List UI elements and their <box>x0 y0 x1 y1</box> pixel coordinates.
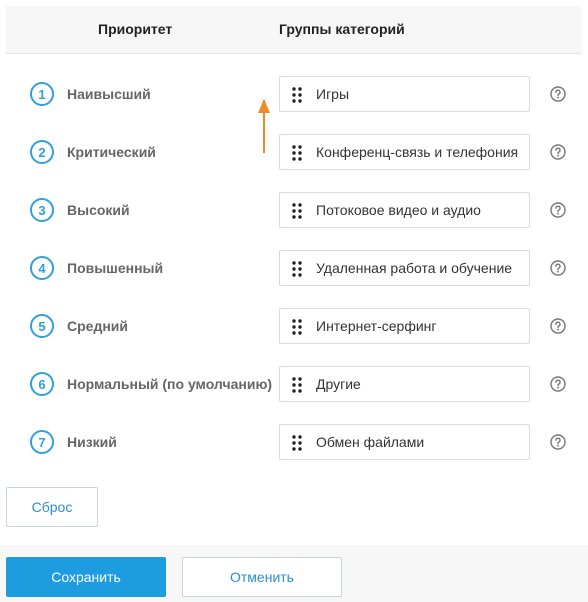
priority-label: Повышенный <box>67 260 164 276</box>
drag-handle-icon[interactable] <box>292 377 302 393</box>
priority-number-badge: 5 <box>30 314 54 338</box>
category-group-item[interactable]: Удаленная работа и обучение <box>279 250 530 286</box>
priority-number-badge: 7 <box>30 430 54 454</box>
category-group-item[interactable]: Другие <box>279 366 530 402</box>
priority-label: Низкий <box>67 434 117 450</box>
priority-number-badge: 3 <box>30 198 54 222</box>
reset-button[interactable]: Сброс <box>6 487 98 527</box>
priority-label: Критический <box>67 144 156 160</box>
priority-column-header: Приоритет <box>98 21 173 37</box>
category-group-label: Другие <box>316 376 361 392</box>
category-group-label: Игры <box>316 86 350 102</box>
priority-row-4: 4 Повышенный Удаленная работа и обучение <box>0 250 588 286</box>
priority-number-badge: 6 <box>30 372 54 396</box>
help-icon[interactable] <box>550 434 566 450</box>
table-header: Приоритет Группы категорий <box>6 6 582 54</box>
category-group-label: Обмен файлами <box>316 434 425 450</box>
category-group-item[interactable]: Конференц-связь и телефония <box>279 134 530 170</box>
save-button[interactable]: Сохранить <box>6 557 166 597</box>
up-arrow-icon <box>258 99 270 153</box>
priority-label: Средний <box>67 318 129 334</box>
category-groups-column-header: Группы категорий <box>279 21 405 37</box>
drag-handle-icon[interactable] <box>292 145 302 161</box>
priority-row-3: 3 Высокий Потоковое видео и аудио <box>0 192 588 228</box>
help-icon[interactable] <box>550 202 566 218</box>
cancel-button[interactable]: Отменить <box>182 557 342 597</box>
help-icon[interactable] <box>550 260 566 276</box>
category-group-label: Конференц-связь и телефония <box>316 144 519 160</box>
drag-handle-icon[interactable] <box>292 435 302 451</box>
category-group-label: Интернет-серфинг <box>316 318 437 334</box>
help-icon[interactable] <box>550 376 566 392</box>
priority-row-5: 5 Средний Интернет-серфинг <box>0 308 588 344</box>
category-group-item[interactable]: Игры <box>279 76 530 112</box>
priority-row-1: 1 Наивысший Игры <box>0 76 588 112</box>
category-group-label: Удаленная работа и обучение <box>316 260 513 276</box>
priority-number-badge: 1 <box>30 82 54 106</box>
priority-row-6: 6 Нормальный (по умолчанию) Другие <box>0 366 588 402</box>
category-group-item[interactable]: Интернет-серфинг <box>279 308 530 344</box>
help-icon[interactable] <box>550 86 566 102</box>
category-group-item[interactable]: Потоковое видео и аудио <box>279 192 530 228</box>
drag-handle-icon[interactable] <box>292 203 302 219</box>
priority-label: Наивысший <box>67 86 151 102</box>
priority-row-2: 2 Критический Конференц-связь и телефони… <box>0 134 588 170</box>
help-icon[interactable] <box>550 318 566 334</box>
priority-label: Нормальный (по умолчанию) <box>67 376 273 392</box>
help-icon[interactable] <box>550 144 566 160</box>
priority-row-7: 7 Низкий Обмен файлами <box>0 424 588 460</box>
category-group-label: Потоковое видео и аудио <box>316 202 481 218</box>
priority-number-badge: 2 <box>30 140 54 164</box>
drag-handle-icon[interactable] <box>292 87 302 103</box>
drag-handle-icon[interactable] <box>292 261 302 277</box>
category-group-item[interactable]: Обмен файлами <box>279 424 530 460</box>
priority-number-badge: 4 <box>30 256 54 280</box>
priority-label: Высокий <box>67 202 130 218</box>
drag-handle-icon[interactable] <box>292 319 302 335</box>
